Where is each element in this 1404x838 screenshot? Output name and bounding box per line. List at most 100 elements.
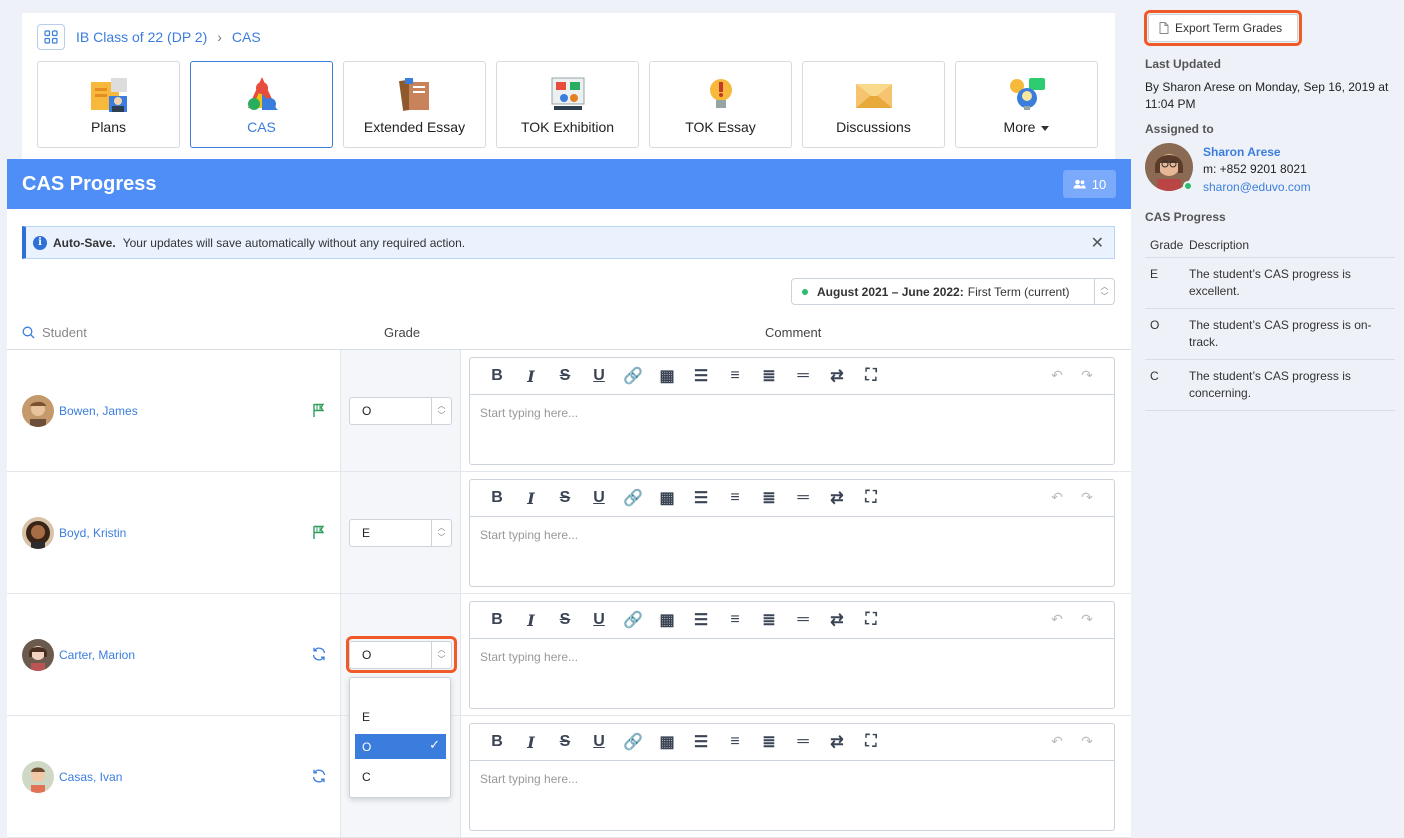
student-name-link[interactable]: Casas, Ivan xyxy=(59,770,122,784)
link-icon[interactable]: 🔗 xyxy=(616,732,650,752)
breadcrumb-current[interactable]: CAS xyxy=(232,29,261,45)
bold-icon[interactable]: B xyxy=(480,611,514,629)
horizontal-rule-icon[interactable]: ═ xyxy=(786,611,820,629)
tile-label: Plans xyxy=(90,119,127,135)
clear-format-icon[interactable]: ⇄ xyxy=(820,366,854,386)
align-icon[interactable]: ≣ xyxy=(752,732,786,752)
grade-select[interactable]: O ︿ ﹀ xyxy=(349,397,452,425)
table-icon[interactable]: ▦ xyxy=(650,610,684,630)
horizontal-rule-icon[interactable]: ═ xyxy=(786,733,820,751)
term-selector[interactable]: August 2021 – June 2022: First Term (cur… xyxy=(791,278,1115,305)
progress-title: CAS Progress xyxy=(1145,210,1226,224)
bullet-list-icon[interactable]: ☰ xyxy=(684,610,718,630)
editor-placeholder[interactable]: Start typing here... xyxy=(470,761,1114,797)
grade-value: E xyxy=(362,526,371,540)
table-icon[interactable]: ▦ xyxy=(650,366,684,386)
clear-format-icon[interactable]: ⇄ xyxy=(820,732,854,752)
horizontal-rule-icon[interactable]: ═ xyxy=(786,489,820,507)
grade-description: The student’s CAS progress is concerning… xyxy=(1189,369,1351,400)
clear-format-icon[interactable]: ⇄ xyxy=(820,488,854,508)
student-search[interactable]: Student xyxy=(22,325,87,340)
tile-plans[interactable]: Plans xyxy=(37,61,180,148)
table-icon[interactable]: ▦ xyxy=(650,488,684,508)
close-icon[interactable]: ✕ xyxy=(1091,233,1104,253)
apps-grid-icon[interactable] xyxy=(37,24,65,50)
align-icon[interactable]: ≣ xyxy=(752,610,786,630)
fullscreen-icon[interactable]: ⛶ xyxy=(854,611,888,629)
grade-column-header: Grade xyxy=(384,325,421,340)
table-icon[interactable]: ▦ xyxy=(650,732,684,752)
bullet-list-icon[interactable]: ☰ xyxy=(684,488,718,508)
tile-cas[interactable]: CAS xyxy=(190,61,333,148)
editor-toolbar: B I S U 🔗 ▦ ☰ ≡ ≣ ═ ⇄ ⛶ ↶ ↷ xyxy=(470,602,1114,639)
link-icon[interactable]: 🔗 xyxy=(616,610,650,630)
italic-icon[interactable]: I xyxy=(514,489,548,508)
grade-option[interactable]: C xyxy=(355,764,446,789)
student-name-link[interactable]: Boyd, Kristin xyxy=(59,526,126,540)
grade-select[interactable]: E ︿ ﹀ xyxy=(349,519,452,547)
assignee-email-link[interactable]: sharon@eduvo.com xyxy=(1203,180,1311,194)
fullscreen-icon[interactable]: ⛶ xyxy=(854,489,888,507)
grade-option-selected[interactable]: O ✓ xyxy=(355,734,446,759)
clear-format-icon[interactable]: ⇄ xyxy=(820,610,854,630)
numbered-list-icon[interactable]: ≡ xyxy=(718,733,752,751)
undo-icon[interactable]: ↶ xyxy=(1040,733,1074,750)
books-icon xyxy=(398,78,429,111)
grade-value: O xyxy=(362,404,372,418)
cas-icon xyxy=(247,77,278,110)
student-count-button[interactable]: 10 xyxy=(1063,170,1116,198)
fullscreen-icon[interactable]: ⛶ xyxy=(854,733,888,751)
flag-icon[interactable] xyxy=(311,524,327,540)
italic-icon[interactable]: I xyxy=(514,733,548,752)
tile-extended-essay[interactable]: Extended Essay xyxy=(343,61,486,148)
editor-placeholder[interactable]: Start typing here... xyxy=(470,639,1114,675)
italic-icon[interactable]: I xyxy=(514,611,548,630)
editor-placeholder[interactable]: Start typing here... xyxy=(470,517,1114,553)
align-icon[interactable]: ≣ xyxy=(752,366,786,386)
tile-tok-essay[interactable]: TOK Essay xyxy=(649,61,792,148)
strikethrough-icon[interactable]: S xyxy=(548,733,582,751)
student-name-link[interactable]: Bowen, James xyxy=(59,404,138,418)
undo-icon[interactable]: ↶ xyxy=(1040,489,1074,506)
tile-discussions[interactable]: Discussions xyxy=(802,61,945,148)
sync-icon[interactable] xyxy=(311,768,327,784)
grade-select-highlight xyxy=(346,636,457,673)
italic-icon[interactable]: I xyxy=(514,367,548,386)
grade-option[interactable]: E xyxy=(355,704,446,729)
underline-icon[interactable]: U xyxy=(582,489,616,507)
bullet-list-icon[interactable]: ☰ xyxy=(684,732,718,752)
redo-icon[interactable]: ↷ xyxy=(1070,733,1104,750)
underline-icon[interactable]: U xyxy=(582,733,616,751)
underline-icon[interactable]: U xyxy=(582,367,616,385)
module-tiles: Plans CAS Extended Essay TOK Exhibition … xyxy=(37,61,1098,148)
student-name-link[interactable]: Carter, Marion xyxy=(59,648,135,662)
tile-more[interactable]: More xyxy=(955,61,1098,148)
tile-tok-exhibition[interactable]: TOK Exhibition xyxy=(496,61,639,148)
editor-placeholder[interactable]: Start typing here... xyxy=(470,395,1114,431)
strikethrough-icon[interactable]: S xyxy=(548,611,582,629)
link-icon[interactable]: 🔗 xyxy=(616,366,650,386)
sync-icon[interactable] xyxy=(311,646,327,662)
strikethrough-icon[interactable]: S xyxy=(548,489,582,507)
redo-icon[interactable]: ↷ xyxy=(1070,367,1104,384)
flag-icon[interactable] xyxy=(311,402,327,418)
underline-icon[interactable]: U xyxy=(582,611,616,629)
numbered-list-icon[interactable]: ≡ xyxy=(718,489,752,507)
bullet-list-icon[interactable]: ☰ xyxy=(684,366,718,386)
strikethrough-icon[interactable]: S xyxy=(548,367,582,385)
bold-icon[interactable]: B xyxy=(480,367,514,385)
bold-icon[interactable]: B xyxy=(480,489,514,507)
undo-icon[interactable]: ↶ xyxy=(1040,611,1074,628)
horizontal-rule-icon[interactable]: ═ xyxy=(786,367,820,385)
redo-icon[interactable]: ↷ xyxy=(1070,489,1104,506)
fullscreen-icon[interactable]: ⛶ xyxy=(854,367,888,385)
bold-icon[interactable]: B xyxy=(480,733,514,751)
assignee-name-link[interactable]: Sharon Arese xyxy=(1203,145,1281,159)
link-icon[interactable]: 🔗 xyxy=(616,488,650,508)
align-icon[interactable]: ≣ xyxy=(752,488,786,508)
redo-icon[interactable]: ↷ xyxy=(1070,611,1104,628)
numbered-list-icon[interactable]: ≡ xyxy=(718,367,752,385)
numbered-list-icon[interactable]: ≡ xyxy=(718,611,752,629)
breadcrumb-class-link[interactable]: IB Class of 22 (DP 2) xyxy=(76,29,207,45)
undo-icon[interactable]: ↶ xyxy=(1040,367,1074,384)
